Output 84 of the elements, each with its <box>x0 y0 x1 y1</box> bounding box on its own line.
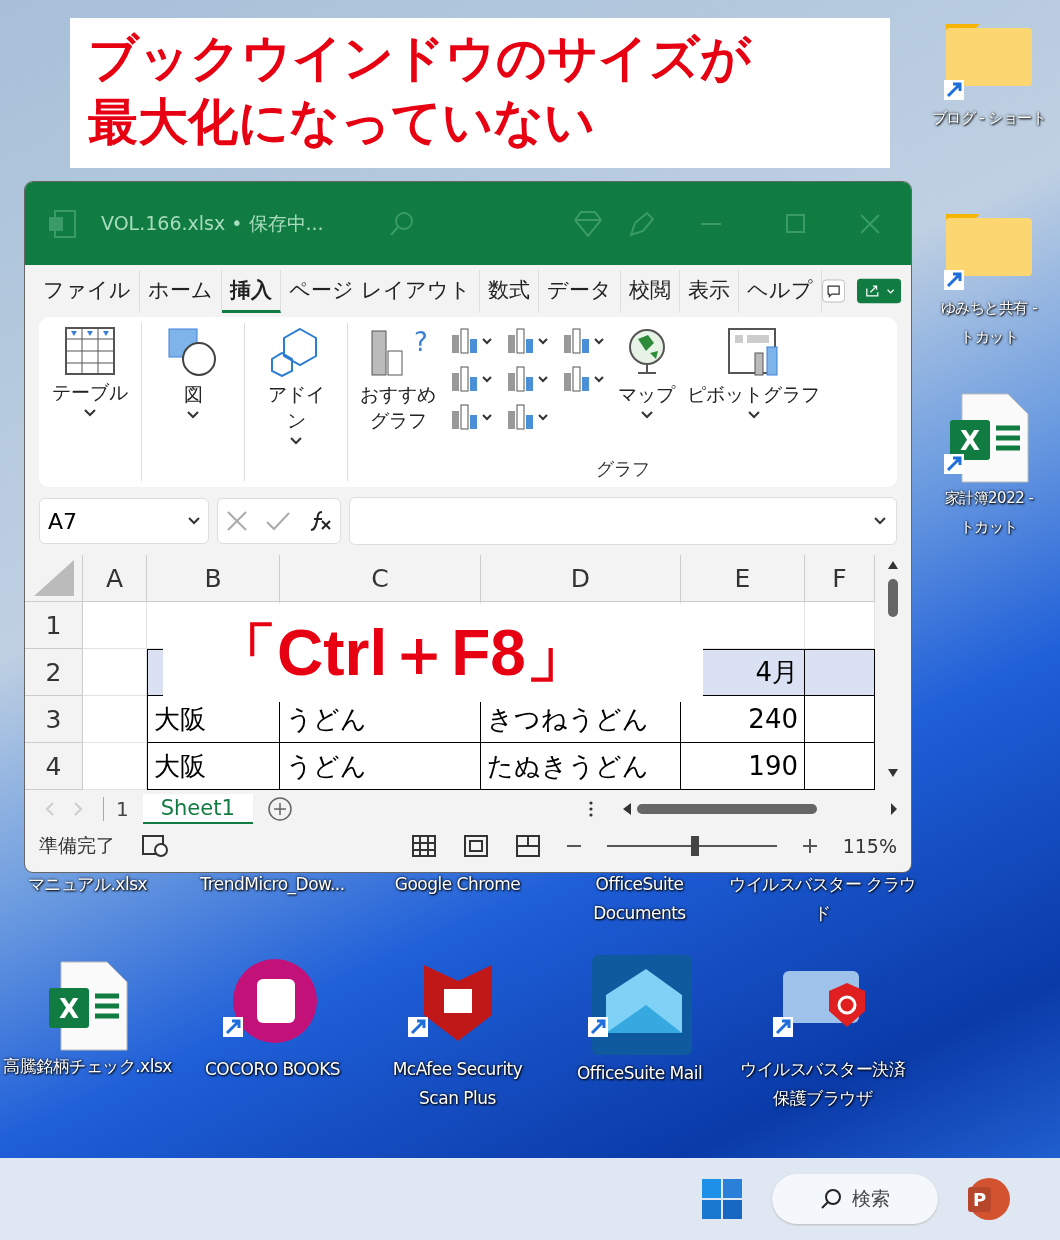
row-header[interactable]: 2 <box>25 649 83 696</box>
ribbon-tab[interactable]: ファイル <box>35 269 140 313</box>
row-header[interactable]: 4 <box>25 743 83 790</box>
pivot-chart-icon <box>726 327 781 377</box>
ribbon-command[interactable]: 図 <box>167 327 219 419</box>
table-cell: うどん <box>280 743 481 790</box>
ribbon-tab[interactable]: ヘルプ <box>738 269 822 313</box>
page-layout-icon[interactable] <box>462 833 489 858</box>
ribbon-tab[interactable]: 数式 <box>479 269 539 313</box>
caret-icon <box>874 517 886 525</box>
table-cell <box>83 743 147 790</box>
column-header[interactable]: C <box>280 555 481 602</box>
normal-view-icon[interactable] <box>410 833 437 858</box>
desktop-icon-label[interactable]: COCORO BOOKS <box>204 1055 341 1084</box>
sheet-tab[interactable]: Sheet1 <box>142 793 253 824</box>
desktop-icon-label[interactable]: Google Chrome <box>394 870 521 899</box>
annotation-text: ブックウインドウのサイズが <box>88 28 753 89</box>
triangle-icon <box>33 560 74 596</box>
table-cell: たぬきうどん <box>481 743 681 790</box>
desktop-icon-label[interactable]: OfficeSuite Mail <box>576 1059 703 1088</box>
zoom-in-icon[interactable] <box>802 838 817 853</box>
ribbon-command[interactable]: テーブル <box>52 327 128 417</box>
column-header[interactable]: F <box>805 555 875 602</box>
column-header[interactable]: B <box>147 555 280 602</box>
check-icon[interactable] <box>265 510 291 532</box>
caret-icon <box>187 411 199 419</box>
table-cell <box>83 649 147 696</box>
table-cell <box>83 696 147 743</box>
annotation-text: 最大化になっていない <box>88 92 596 153</box>
caret-icon <box>290 437 302 445</box>
pivot-chart-button[interactable]: ピボットグラフ <box>687 327 820 453</box>
caret-icon <box>640 411 653 419</box>
excel-logo-icon <box>47 208 77 239</box>
table-cell: 大阪 <box>147 743 280 790</box>
window-title: VOL.166.xlsx • 保存中... <box>101 210 324 236</box>
select-all-corner[interactable] <box>25 555 83 602</box>
column-header[interactable]: A <box>83 555 147 602</box>
ribbon-tab[interactable]: データ <box>538 269 621 313</box>
recommended-chart-button[interactable]: ? おすすめグラフ <box>358 327 438 453</box>
desktop-icon-label[interactable]: 家計簿2022 - トカット <box>944 484 1034 542</box>
ribbon-tab[interactable]: ページ レイアウト <box>281 269 480 313</box>
cancel-icon[interactable] <box>226 510 249 532</box>
start-icon[interactable] <box>702 1179 742 1219</box>
shapes-icon <box>167 327 219 377</box>
search-icon <box>820 1188 842 1210</box>
desktop-icon-label[interactable]: TrendMicro_Dow... <box>200 870 345 899</box>
row-header[interactable]: 1 <box>25 602 83 649</box>
table-cell <box>83 602 147 649</box>
column-chart-icon[interactable] <box>450 327 494 357</box>
column-header[interactable]: E <box>681 555 805 602</box>
table-icon <box>65 327 115 375</box>
desktop-icon-label[interactable]: 高騰銘柄チェック.xlsx <box>3 1052 172 1081</box>
desktop-icon-label[interactable]: OfficeSuite Documents <box>593 870 686 928</box>
formula-field[interactable] <box>349 497 897 545</box>
page-break-icon[interactable] <box>514 833 541 858</box>
presentation-app-icon[interactable]: P <box>968 1178 1010 1220</box>
desktop-icon-label[interactable]: ウイルスバスター決済 保護ブラウザ <box>740 1055 905 1113</box>
table-cell: 190 <box>681 743 805 790</box>
name-box[interactable]: A7 <box>39 498 209 544</box>
zoom-level[interactable]: 115% <box>842 834 897 857</box>
column-header[interactable]: D <box>481 555 681 602</box>
sheet-count: 1 <box>103 796 129 821</box>
desktop-icon-label[interactable]: McAfee Security Scan Plus <box>392 1055 523 1113</box>
add-sheet-icon[interactable] <box>266 795 293 822</box>
zoom-out-icon[interactable] <box>566 843 581 848</box>
ribbon-tab[interactable]: 表示 <box>679 269 739 313</box>
search-field[interactable]: 検索 <box>772 1174 938 1224</box>
group-label: グラフ <box>595 457 650 481</box>
map-button[interactable]: マップ <box>618 327 675 453</box>
table-cell: 240 <box>681 696 805 743</box>
caret-icon <box>84 409 96 417</box>
zoom-thumb[interactable] <box>691 835 700 856</box>
table-cell <box>805 649 875 696</box>
ribbon-tab[interactable]: 校閲 <box>620 269 680 313</box>
ribbon-tab[interactable]: 挿入 <box>222 269 281 313</box>
caret-icon <box>747 411 760 419</box>
caret-icon <box>188 517 200 525</box>
row-header[interactable]: 3 <box>25 696 83 743</box>
accessibility-icon[interactable] <box>141 833 169 858</box>
ribbon-tab[interactable]: ホーム <box>140 269 222 313</box>
shortcut-caption: 「Ctrl＋F8」 <box>163 604 703 702</box>
desktop-icon-label[interactable]: ウイルスバスター クラウ ド <box>729 870 916 928</box>
ribbon-command[interactable]: アドイン <box>266 327 326 445</box>
status-text: 準備完了 <box>39 832 115 858</box>
